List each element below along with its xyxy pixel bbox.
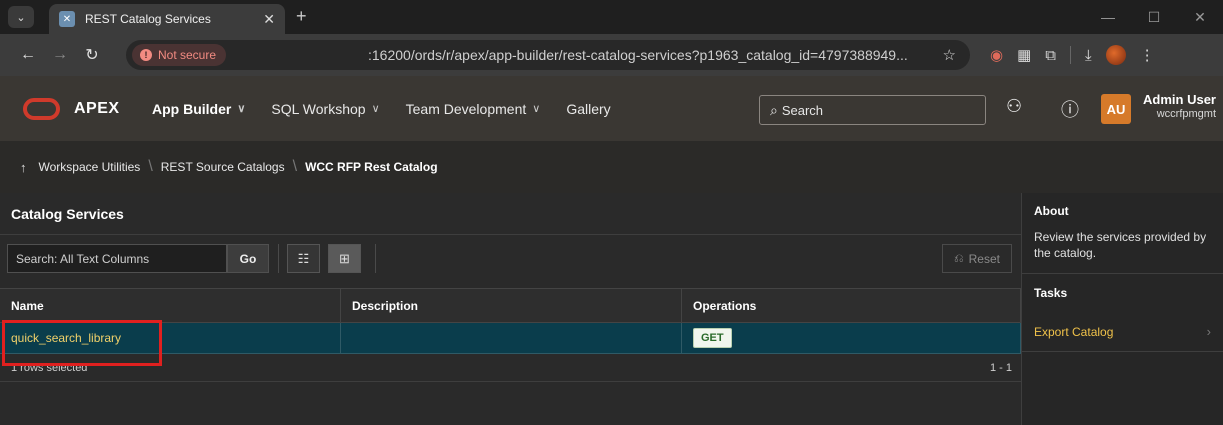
cell-operations: GET xyxy=(682,323,1021,353)
region-title: Catalog Services xyxy=(0,193,1021,235)
user-switch-icon[interactable]: ⚇ xyxy=(1006,96,1022,117)
reload-icon[interactable]: ↻ xyxy=(76,45,108,65)
grid-footer: 1 rows selected 1 - 1 xyxy=(0,354,1021,382)
service-name-link[interactable]: quick_search_library xyxy=(11,331,121,345)
record-icon[interactable]: ◉ xyxy=(990,46,1003,64)
breadcrumb-rest-source-catalogs[interactable]: REST Source Catalogs xyxy=(161,160,285,174)
apex-header: APEX App Builder ∨ SQL Workshop ∨ Team D… xyxy=(0,76,1223,141)
security-label: Not secure xyxy=(158,48,217,62)
search-placeholder: Search xyxy=(781,102,824,118)
nav-label: SQL Workshop xyxy=(271,100,366,117)
operation-badge: GET xyxy=(693,328,732,348)
export-catalog-label: Export Catalog xyxy=(1034,324,1114,339)
browser-tabstrip: ⌄ ✕ REST Catalog Services ✕ + — ☐ ✕ xyxy=(0,0,1223,34)
tab-title: REST Catalog Services xyxy=(85,12,211,26)
user-name: Admin User xyxy=(1143,92,1216,107)
qr-code-icon[interactable]: ▦ xyxy=(1017,46,1031,64)
go-button[interactable]: Go xyxy=(227,244,269,273)
extensions-icon[interactable]: ⧉ xyxy=(1045,47,1056,64)
profile-avatar[interactable] xyxy=(1105,45,1126,65)
column-header-name[interactable]: Name xyxy=(0,289,341,322)
chevron-down-icon: ∨ xyxy=(237,103,246,115)
tasks-title: Tasks xyxy=(1034,286,1068,300)
search-icon: ⌕ xyxy=(770,101,778,118)
minimize-icon[interactable]: — xyxy=(1085,0,1131,34)
breadcrumb-separator: \ xyxy=(148,158,153,175)
tab-search-button[interactable]: ⌄ xyxy=(8,6,34,28)
apex-brand[interactable]: APEX xyxy=(74,100,120,118)
new-tab-icon[interactable]: + xyxy=(296,6,307,27)
column-header-operations[interactable]: Operations xyxy=(682,289,1021,322)
up-arrow-icon[interactable]: ↑ xyxy=(20,160,27,175)
grid-header: Name Description Operations xyxy=(0,288,1021,323)
main-nav: App Builder ∨ SQL Workshop ∨ Team Develo… xyxy=(152,76,637,141)
reset-icon: ⎌ xyxy=(954,251,964,265)
export-catalog-link[interactable]: Export Catalog › xyxy=(1034,324,1211,351)
browser-toolbar: ← → ↻ ! Not secure :16200/ords/r/apex/ap… xyxy=(0,34,1223,76)
grid-view-icon[interactable]: ⊞ xyxy=(328,244,361,273)
nav-label: Team Development xyxy=(405,100,527,117)
user-workspace: wccrfpmgmt xyxy=(1156,108,1216,120)
help-icon[interactable]: ⓘ xyxy=(1061,96,1079,122)
pagination-text: 1 - 1 xyxy=(989,361,1012,374)
breadcrumb-current: WCC RFP Rest Catalog xyxy=(305,160,438,174)
nav-app-builder[interactable]: App Builder ∨ xyxy=(152,101,245,117)
browser-tab[interactable]: ✕ REST Catalog Services ✕ xyxy=(49,4,285,34)
url-text: :16200/ords/r/apex/app-builder/rest-cata… xyxy=(368,47,908,63)
sidebar: About Review the services provided by th… xyxy=(1021,193,1223,425)
breadcrumb-separator: \ xyxy=(292,158,298,175)
table-row[interactable]: quick_search_library GET xyxy=(0,323,1021,354)
warning-icon: ! xyxy=(140,49,152,61)
tasks-section: Tasks Export Catalog › xyxy=(1022,274,1223,352)
cell-description xyxy=(341,323,682,353)
list-view-icon[interactable]: ☷ xyxy=(287,244,320,273)
download-icon[interactable]: ⤓ xyxy=(1085,47,1092,64)
bookmark-star-icon[interactable]: ☆ xyxy=(943,46,956,64)
avatar[interactable]: AU xyxy=(1101,94,1131,124)
browser-menu-icon[interactable]: ⋮ xyxy=(1140,46,1155,64)
reset-button[interactable]: ⎌ Reset xyxy=(942,244,1012,273)
about-text: Review the services provided by the cata… xyxy=(1034,230,1207,260)
services-grid: Name Description Operations quick_search… xyxy=(0,288,1021,382)
chevron-down-icon: ∨ xyxy=(371,103,380,115)
column-header-description[interactable]: Description xyxy=(341,289,682,322)
apex-favicon-icon: ✕ xyxy=(59,11,75,27)
nav-gallery[interactable]: Gallery xyxy=(566,101,610,117)
chevron-right-icon: › xyxy=(1206,324,1211,339)
maximize-icon[interactable]: ☐ xyxy=(1131,0,1177,34)
oracle-logo-icon[interactable] xyxy=(23,97,60,120)
reset-label: Reset xyxy=(968,251,1000,266)
user-menu[interactable]: Admin User wccrfpmgmt xyxy=(1138,92,1216,120)
about-title: About xyxy=(1034,204,1069,218)
header-search-input[interactable]: ⌕ Search xyxy=(759,95,986,125)
chevron-down-icon: ∨ xyxy=(532,103,541,115)
breadcrumb: ↑ Workspace Utilities \ REST Source Cata… xyxy=(0,141,1223,193)
about-section: About Review the services provided by th… xyxy=(1022,193,1223,274)
window-close-icon[interactable]: ✕ xyxy=(1177,0,1223,34)
tab-close-icon[interactable]: ✕ xyxy=(263,11,275,28)
report-search-placeholder: Search: All Text Columns xyxy=(16,251,150,266)
toolbar-icons: ◉ ▦ ⧉ ⤓ ⋮ xyxy=(990,34,1155,76)
window-controls: — ☐ ✕ xyxy=(1085,0,1223,34)
address-bar[interactable]: ! Not secure :16200/ords/r/apex/app-buil… xyxy=(126,40,970,70)
toolbar-separator xyxy=(1070,46,1071,64)
forward-icon[interactable]: → xyxy=(44,46,76,64)
toolbar-divider xyxy=(375,244,376,273)
breadcrumb-workspace-utilities[interactable]: Workspace Utilities xyxy=(39,160,141,174)
nav-sql-workshop[interactable]: SQL Workshop ∨ xyxy=(271,101,379,117)
nav-team-development[interactable]: Team Development ∨ xyxy=(406,101,541,117)
back-icon[interactable]: ← xyxy=(12,46,44,64)
report-search-input[interactable]: Search: All Text Columns xyxy=(7,244,227,273)
report-toolbar: Search: All Text Columns Go ☷ ⊞ ⎌ Reset xyxy=(0,235,1021,279)
nav-label: Gallery xyxy=(566,100,611,117)
rows-selected-text: 1 rows selected xyxy=(11,361,88,374)
cell-name: quick_search_library xyxy=(0,323,341,353)
toolbar-divider xyxy=(278,244,279,273)
nav-label: App Builder xyxy=(152,100,232,117)
security-chip[interactable]: ! Not secure xyxy=(132,44,227,66)
